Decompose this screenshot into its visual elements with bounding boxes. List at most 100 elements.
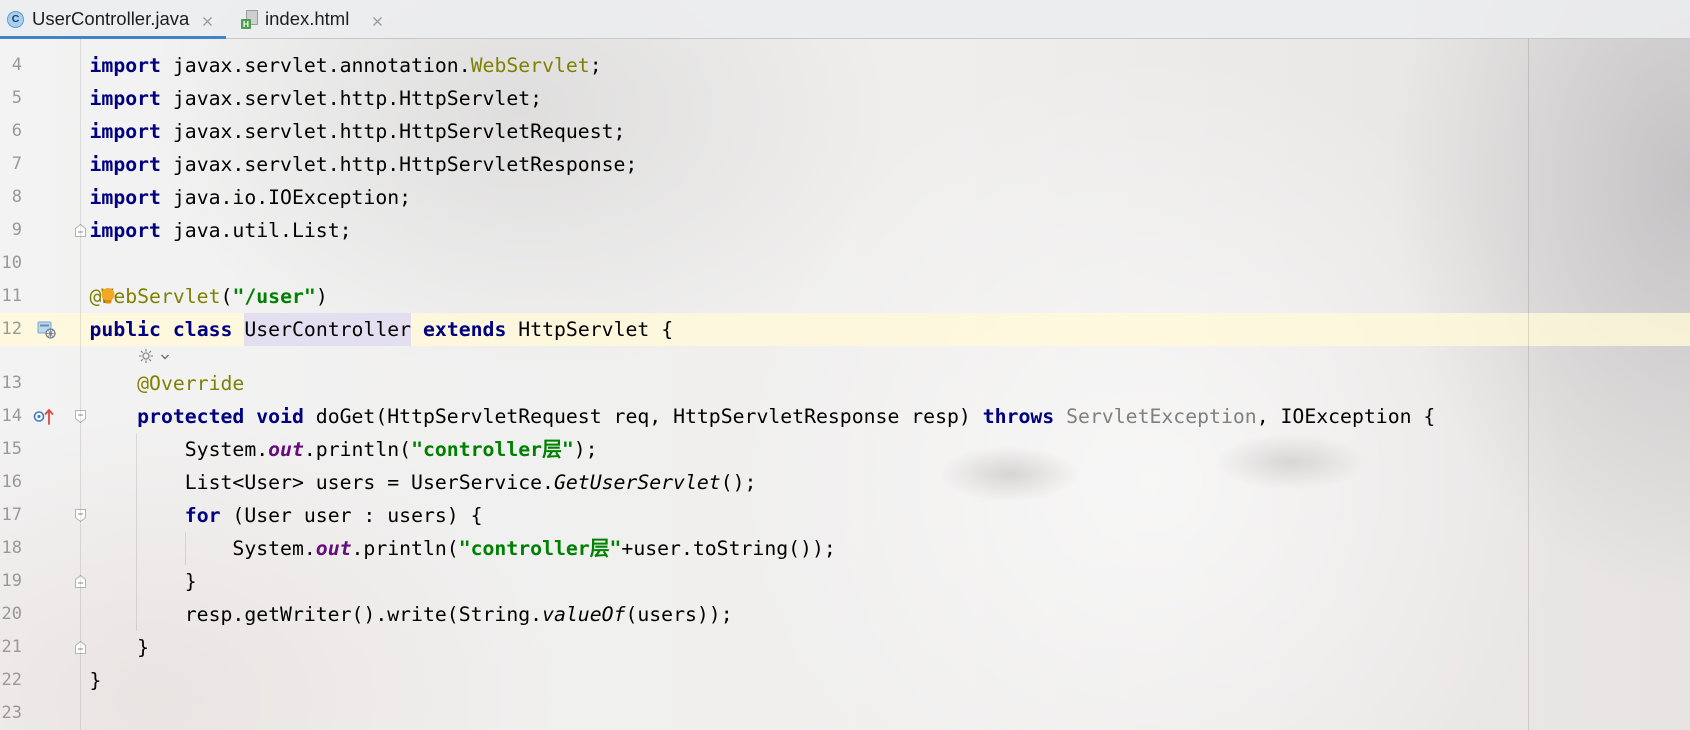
code-token-annotation[interactable]: WebServlet: [471, 54, 590, 77]
code-token-class-name[interactable]: UserController: [244, 313, 412, 346]
code-line[interactable]: 8 import java.io.IOException;: [0, 181, 1690, 214]
code-line[interactable]: 19 }: [0, 565, 1690, 598]
code-editor[interactable]: 4 import javax.servlet.annotation.WebServ…: [0, 39, 1690, 730]
code-line[interactable]: 21 }: [0, 631, 1690, 664]
code-token-plain[interactable]: javax.servlet.annotation.: [161, 54, 471, 77]
code-token-keyword[interactable]: extends: [423, 318, 506, 341]
code-text[interactable]: System.out.println("controller层");: [90, 433, 598, 466]
code-text[interactable]: }: [90, 565, 197, 598]
code-token-static-method[interactable]: valueOf: [542, 603, 625, 626]
code-text[interactable]: System.out.println("controller层"+user.to…: [90, 532, 835, 565]
code-token-keyword[interactable]: import: [90, 153, 161, 176]
code-token-plain[interactable]: [244, 405, 256, 428]
code-token-static-field[interactable]: out: [316, 537, 352, 560]
code-token-plain[interactable]: [90, 504, 185, 527]
code-token-plain[interactable]: resp.getWriter().write(String.: [90, 603, 542, 626]
code-text[interactable]: import java.io.IOException;: [90, 181, 412, 214]
code-text[interactable]: import javax.servlet.http.HttpServletReq…: [90, 115, 626, 148]
code-token-plain[interactable]: ();: [721, 471, 757, 494]
code-text[interactable]: }: [90, 631, 149, 664]
code-text[interactable]: resp.getWriter().write(String.valueOf(us…: [90, 598, 733, 631]
code-line[interactable]: 16 List<User> users = UserService.GetUse…: [0, 466, 1690, 499]
code-token-plain[interactable]: [1054, 405, 1066, 428]
code-line[interactable]: 18 System.out.println("controller层"+user…: [0, 532, 1690, 565]
code-text[interactable]: import javax.servlet.annotation.WebServl…: [90, 49, 602, 82]
code-token-plain[interactable]: }: [90, 570, 197, 593]
code-token-plain[interactable]: java.util.List;: [161, 219, 352, 242]
code-text[interactable]: protected void doGet(HttpServletRequest …: [90, 400, 1436, 433]
code-token-keyword[interactable]: import: [90, 87, 161, 110]
code-token-plain[interactable]: javax.servlet.http.HttpServletRequest;: [161, 120, 626, 143]
code-token-plain[interactable]: (: [221, 285, 233, 308]
web-servlet-gutter-icon[interactable]: [37, 320, 56, 339]
current-code-line[interactable]: 12 public class UserController extends Ht…: [0, 313, 1690, 346]
code-text[interactable]: for (User user : users) {: [90, 499, 483, 532]
code-text[interactable]: public class UserController extends Http…: [90, 313, 673, 346]
code-token-plain[interactable]: }: [90, 636, 149, 659]
code-line[interactable]: 15 System.out.println("controller层");: [0, 433, 1690, 466]
code-token-keyword[interactable]: import: [90, 54, 161, 77]
code-text[interactable]: import javax.servlet.http.HttpServletRes…: [90, 148, 638, 181]
code-token-keyword[interactable]: import: [90, 120, 161, 143]
intention-bulb-icon[interactable]: [100, 287, 116, 306]
tab-usercontroller-java[interactable]: C UserController.java: [0, 0, 226, 38]
code-token-plain[interactable]: javax.servlet.http.HttpServletResponse;: [161, 153, 637, 176]
code-token-plain[interactable]: +user.toString());: [621, 537, 835, 560]
inlay-hint-icon[interactable]: [137, 347, 155, 365]
code-text[interactable]: @Override: [90, 367, 244, 400]
code-text[interactable]: }: [90, 664, 102, 697]
code-token-plain[interactable]: [232, 318, 244, 341]
code-token-plain[interactable]: [90, 372, 138, 395]
code-token-unused[interactable]: ServletException: [1066, 405, 1257, 428]
code-token-plain[interactable]: java.io.IOException;: [161, 186, 411, 209]
code-token-keyword[interactable]: void: [256, 405, 304, 428]
code-text[interactable]: List<User> users = UserService.GetUserSe…: [90, 466, 757, 499]
code-line[interactable]: 23: [0, 697, 1690, 730]
code-token-plain[interactable]: javax.servlet.http.HttpServlet;: [161, 87, 542, 110]
chevron-down-icon[interactable]: [160, 353, 170, 361]
code-line[interactable]: 13 @Override: [0, 367, 1690, 400]
code-token-plain[interactable]: ): [316, 285, 328, 308]
code-line[interactable]: 7 import javax.servlet.http.HttpServletRe…: [0, 148, 1690, 181]
code-line[interactable]: 5 import javax.servlet.http.HttpServlet;: [0, 82, 1690, 115]
code-token-plain[interactable]: System.: [90, 537, 315, 560]
code-token-plain[interactable]: System.: [90, 438, 268, 461]
code-token-keyword[interactable]: class: [173, 318, 233, 341]
code-line[interactable]: 10: [0, 247, 1690, 280]
code-token-plain[interactable]: [90, 405, 138, 428]
code-token-keyword[interactable]: public: [90, 318, 161, 341]
code-line[interactable]: 9 import java.util.List;: [0, 214, 1690, 247]
code-token-plain[interactable]: , IOException {: [1257, 405, 1436, 428]
close-icon[interactable]: [202, 14, 213, 26]
code-token-plain[interactable]: .println(: [304, 438, 411, 461]
code-token-string[interactable]: "/user": [232, 285, 315, 308]
code-text[interactable]: @WebServlet("/user"): [90, 280, 328, 313]
code-line[interactable]: 6 import javax.servlet.http.HttpServletRe…: [0, 115, 1690, 148]
code-token-static-method[interactable]: GetUserServlet: [554, 471, 721, 494]
code-text[interactable]: import javax.servlet.http.HttpServlet;: [90, 82, 543, 115]
code-token-keyword[interactable]: protected: [137, 405, 244, 428]
code-line[interactable]: 14 protected void doGet(HttpServletReque…: [0, 400, 1690, 433]
code-line[interactable]: 17 for (User user : users) {: [0, 499, 1690, 532]
code-token-plain[interactable]: HttpServlet {: [506, 318, 673, 341]
code-line[interactable]: 22}: [0, 664, 1690, 697]
code-token-plain[interactable]: doGet(HttpServletRequest req, HttpServle…: [304, 405, 983, 428]
code-token-keyword[interactable]: import: [90, 219, 161, 242]
code-token-plain[interactable]: [161, 318, 173, 341]
code-token-plain[interactable]: (User user : users) {: [221, 504, 482, 527]
code-token-plain[interactable]: ;: [590, 54, 602, 77]
tab-index-html[interactable]: H index.html: [226, 0, 401, 38]
code-token-keyword[interactable]: throws: [983, 405, 1054, 428]
code-token-plain[interactable]: .println(: [352, 537, 459, 560]
code-token-plain[interactable]: [411, 318, 423, 341]
override-method-icon[interactable]: [32, 407, 54, 426]
code-line[interactable]: 20 resp.getWriter().write(String.valueOf…: [0, 598, 1690, 631]
code-token-keyword[interactable]: import: [90, 186, 161, 209]
code-token-plain[interactable]: );: [574, 438, 598, 461]
code-token-plain[interactable]: }: [90, 669, 102, 692]
code-token-static-field[interactable]: out: [268, 438, 304, 461]
code-line[interactable]: 11 @WebServlet("/user"): [0, 280, 1690, 313]
close-icon[interactable]: [372, 14, 383, 26]
code-token-plain[interactable]: List<User> users = UserService.: [90, 471, 554, 494]
code-token-plain[interactable]: (users));: [625, 603, 732, 626]
